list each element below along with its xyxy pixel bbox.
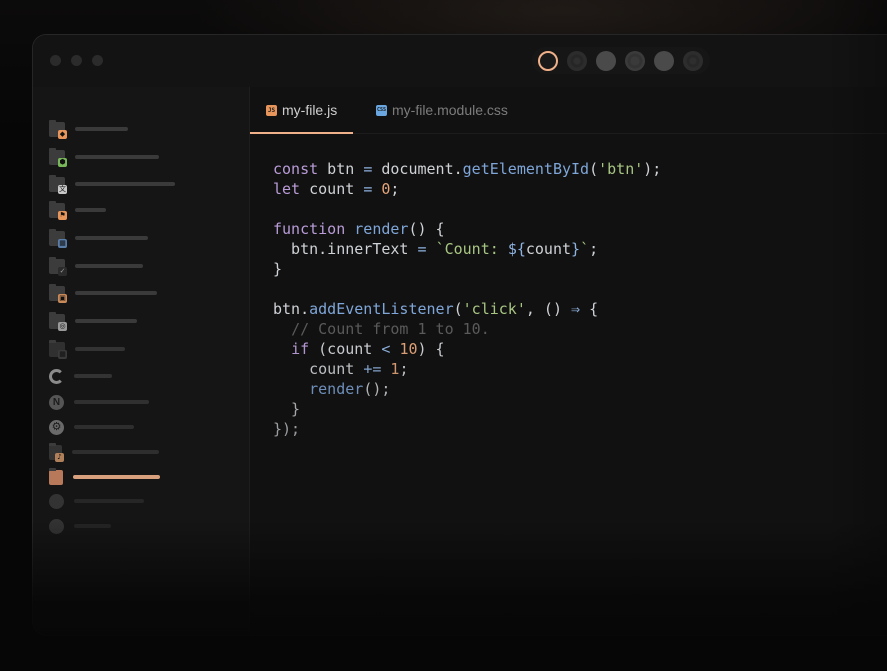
tab-my-file-module-css[interactable]: CSS my-file.module.css xyxy=(376,87,508,133)
editor-window: ◆ ⬢ 文 ⚑ ▦ ✓ ▣ ◎ ▦ N ⚙ ♪ JS my-file.js CS… xyxy=(32,34,887,636)
sidebar-item-label-placeholder-active xyxy=(73,475,160,479)
file-circle-check-icon xyxy=(49,518,64,534)
sidebar-item-label-placeholder xyxy=(75,182,175,186)
code-line: } xyxy=(273,400,301,418)
folder-grid-icon: ▦ xyxy=(49,228,67,248)
sidebar-item-js-file-active[interactable] xyxy=(49,467,160,485)
nextjs-logo-icon: N xyxy=(49,394,64,410)
theme-swatch-1[interactable] xyxy=(538,50,558,71)
tab-my-file-js[interactable]: JS my-file.js xyxy=(249,87,354,134)
zoom-window-button[interactable] xyxy=(92,55,103,66)
sidebar-item-label-placeholder xyxy=(75,155,159,159)
tab-label: my-file.module.css xyxy=(392,102,508,118)
folder-translate-icon: 文 xyxy=(49,174,67,194)
code-line: } xyxy=(273,260,283,278)
code-line: }); xyxy=(273,420,301,438)
code-line: const btn = document.getElementById('btn… xyxy=(273,160,662,178)
sidebar-item-package-folder[interactable]: ▣ xyxy=(49,283,157,303)
sidebar-item-nextjs[interactable]: N xyxy=(49,394,149,410)
sidebar-item-label-placeholder xyxy=(74,425,134,429)
code-line: btn.innerText = `Count: ${count}`; xyxy=(273,240,599,258)
folder-package-icon: ▣ xyxy=(49,283,67,303)
code-line: btn.addEventListener('click', () ⇒ { xyxy=(273,300,599,318)
folder-settings-icon: ◎ xyxy=(49,311,67,331)
tab-bar: JS my-file.js CSS my-file.module.css xyxy=(249,87,887,134)
tab-label: my-file.js xyxy=(282,102,338,118)
gear-icon: ⚙ xyxy=(49,419,64,435)
theme-picker xyxy=(532,47,710,74)
theme-swatch-4[interactable] xyxy=(625,50,645,71)
theme-swatch-5[interactable] xyxy=(654,50,674,71)
sidebar-item-label-placeholder xyxy=(75,236,148,240)
code-line: let count = 0; xyxy=(273,180,400,198)
window-controls xyxy=(50,55,103,66)
sidebar-item-label-placeholder xyxy=(74,524,111,528)
sidebar-item-label-placeholder xyxy=(75,319,137,323)
sidebar-item-music-file[interactable]: ♪ xyxy=(49,442,159,462)
sidebar-item-git-folder[interactable]: ◆ xyxy=(49,119,128,139)
sidebar-item-check-file[interactable] xyxy=(49,518,111,534)
code-line: render(); xyxy=(309,380,391,398)
sidebar-item-apps-folder[interactable]: ▦ xyxy=(49,339,125,359)
sidebar-item-circle-file[interactable] xyxy=(49,493,144,509)
sidebar-item-label-placeholder xyxy=(75,264,143,268)
sidebar-item-grid-folder[interactable]: ▦ xyxy=(49,228,148,248)
folder-git-icon: ◆ xyxy=(49,119,67,139)
file-music-icon: ♪ xyxy=(49,442,64,462)
file-circle-icon xyxy=(49,493,64,509)
sidebar-item-node-folder[interactable]: ⬢ xyxy=(49,147,159,167)
folder-check-icon: ✓ xyxy=(49,256,67,276)
code-line: count += 1; xyxy=(273,360,409,378)
file-js-icon xyxy=(49,467,63,485)
js-file-icon: JS xyxy=(266,104,277,116)
arc-logo-icon xyxy=(49,368,64,384)
sidebar-item-label-placeholder xyxy=(74,400,149,404)
code-line: function render() { xyxy=(273,220,445,238)
sidebar-item-label-placeholder xyxy=(74,374,112,378)
sidebar-item-config[interactable]: ⚙ xyxy=(49,419,134,435)
folder-apps-icon: ▦ xyxy=(49,339,67,359)
code-line: // Count from 1 to 10. xyxy=(291,320,490,338)
minimize-window-button[interactable] xyxy=(71,55,82,66)
code-editor: JS my-file.js CSS my-file.module.css con… xyxy=(249,87,887,635)
sidebar-item-flag-folder[interactable]: ⚑ xyxy=(49,200,106,220)
folder-node-icon: ⬢ xyxy=(49,147,67,167)
titlebar xyxy=(33,35,887,87)
theme-swatch-6[interactable] xyxy=(683,50,703,71)
sidebar-item-label-placeholder xyxy=(75,208,106,212)
folder-flag-icon: ⚑ xyxy=(49,200,67,220)
sidebar-item-label-placeholder xyxy=(72,450,159,454)
sidebar-item-settings-folder[interactable]: ◎ xyxy=(49,311,137,331)
sidebar-item-label-placeholder xyxy=(75,291,157,295)
sidebar-item-label-placeholder xyxy=(74,499,144,503)
sidebar-item-label-placeholder xyxy=(75,347,125,351)
css-file-icon: CSS xyxy=(376,104,387,116)
file-explorer-sidebar: ◆ ⬢ 文 ⚑ ▦ ✓ ▣ ◎ ▦ N ⚙ ♪ xyxy=(33,87,250,635)
sidebar-item-label-placeholder xyxy=(75,127,128,131)
code-content[interactable]: const btn = document.getElementById('btn… xyxy=(273,159,661,439)
theme-swatch-3[interactable] xyxy=(596,50,616,71)
theme-swatch-2[interactable] xyxy=(567,50,587,71)
sidebar-item-translate-folder[interactable]: 文 xyxy=(49,174,175,194)
sidebar-item-check-folder[interactable]: ✓ xyxy=(49,256,143,276)
code-line: if (count < 10) { xyxy=(291,340,445,358)
sidebar-item-arc[interactable] xyxy=(49,368,112,384)
close-window-button[interactable] xyxy=(50,55,61,66)
